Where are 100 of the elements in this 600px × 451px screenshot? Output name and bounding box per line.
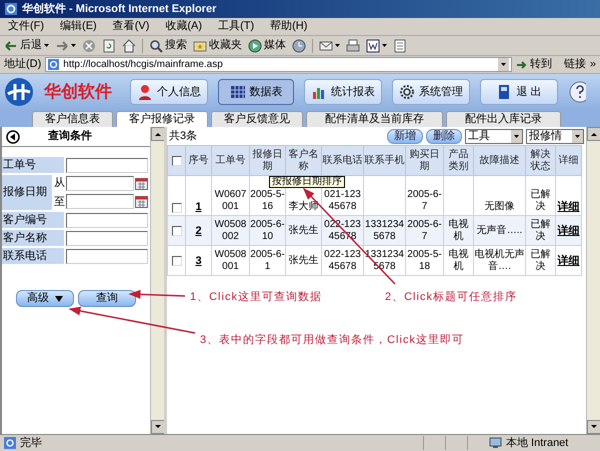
checkbox[interactable] — [172, 203, 182, 213]
toolbar-button[interactable]: 删除 — [426, 128, 462, 144]
nav-button[interactable]: 统计报表 — [304, 79, 382, 105]
table-cell-text: 电视机 — [448, 218, 470, 242]
nav-button[interactable]: 退 出 — [480, 79, 558, 105]
table-cell: 2005-5-16 — [250, 189, 285, 213]
menu-item[interactable]: 编辑(E) — [60, 18, 97, 35]
table-cell: 2005-6-10 — [250, 218, 285, 242]
intranet-icon — [489, 437, 502, 449]
home-icon — [122, 38, 136, 52]
field-label: 工单号 — [2, 157, 64, 173]
table-cell: 2005-6-7 — [406, 218, 443, 242]
calendar-icon[interactable] — [135, 195, 148, 208]
printer-icon — [346, 38, 360, 52]
help-icon[interactable] — [568, 81, 586, 103]
field-label: 至 — [54, 194, 65, 210]
select-field[interactable]: 报修情 — [526, 128, 584, 144]
checkbox[interactable] — [172, 156, 182, 166]
toolbar-button[interactable] — [122, 38, 136, 52]
menu-item[interactable]: 文件(F) — [8, 18, 44, 35]
input-field[interactable] — [66, 176, 134, 191]
toolbar-button[interactable]: 新增 — [387, 128, 423, 144]
history-icon — [292, 38, 306, 52]
browser-icon — [4, 2, 18, 16]
table-cell: 13312345678 — [364, 218, 405, 242]
table-cell-text: 张先生 — [288, 224, 320, 236]
toolbar-button[interactable] — [55, 38, 76, 52]
table-cell: 2005-5-18 — [406, 248, 443, 272]
toolbar-button[interactable]: 搜索 — [149, 37, 187, 54]
links-button[interactable]: 链接 — [564, 56, 586, 73]
more-button[interactable]: » — [590, 56, 596, 73]
input-field[interactable] — [66, 248, 148, 264]
toolbar-button[interactable] — [292, 38, 306, 52]
page-icon — [4, 437, 16, 449]
table-cell-text: 无声音….. — [476, 224, 524, 236]
toolbar-button[interactable] — [366, 38, 387, 52]
scroll-down-icon[interactable] — [587, 420, 600, 434]
tab[interactable]: 客户信息表 — [32, 111, 113, 127]
table-icon — [230, 84, 246, 100]
table-cell-text: 李大师 — [288, 201, 320, 213]
table-cell: 电视机无声音…. — [474, 248, 525, 272]
menu-item[interactable]: 工具(T) — [218, 18, 254, 35]
back-icon[interactable] — [6, 130, 20, 144]
stop-icon — [82, 38, 96, 52]
input-field[interactable] — [66, 194, 134, 210]
page-icon — [393, 38, 407, 52]
input-field[interactable] — [66, 158, 148, 172]
menu-item[interactable]: 查看(V) — [112, 18, 150, 35]
calendar-icon[interactable] — [135, 176, 148, 190]
toolbar-button[interactable]: 媒体 — [248, 37, 286, 54]
scroll-up-icon[interactable] — [587, 127, 600, 141]
table-cell-text: W0508002 — [214, 218, 248, 242]
window-title: 华创软件 - Microsoft Internet Explorer — [22, 2, 216, 17]
status-text: 完毕 — [20, 436, 42, 451]
field-label: 客户名称 — [2, 230, 64, 246]
scrollbar[interactable] — [586, 127, 600, 434]
tab[interactable]: 客户报修记录 — [116, 111, 208, 127]
table-cell-text: W0607001 — [214, 189, 248, 213]
scroll-down-icon[interactable] — [151, 420, 165, 434]
table-cell: 2005-6-1 — [250, 248, 285, 272]
tab[interactable]: 配件出入库记录 — [446, 111, 561, 127]
mail-icon — [319, 38, 333, 52]
nav-button[interactable]: 数据表 — [218, 79, 294, 105]
select-field[interactable]: 工具 — [465, 128, 523, 144]
toolbar-button[interactable] — [319, 38, 340, 52]
go-arrow-icon — [516, 58, 528, 70]
address-field[interactable]: http://localhost/hcgis/mainframe.asp — [45, 57, 512, 72]
table-cell-text: 电视机 — [448, 248, 470, 272]
toolbar-button[interactable]: 收藏夹 — [193, 37, 242, 54]
checkbox[interactable] — [172, 256, 182, 266]
query-button[interactable]: 查询 — [78, 290, 136, 307]
caret-icon — [335, 44, 340, 47]
query-button[interactable]: 高级 — [16, 290, 74, 307]
back-arrow-icon — [4, 38, 18, 52]
table-cell-text: 已解决 — [530, 218, 552, 242]
scroll-up-icon[interactable] — [151, 127, 165, 141]
tab[interactable]: 配件清单及当前库存 — [306, 111, 443, 127]
logo-text: 华创软件 — [44, 81, 112, 104]
input-field[interactable] — [66, 212, 148, 228]
go-button[interactable]: 转到 — [516, 56, 552, 73]
table-cell-text: 张先生 — [288, 254, 320, 266]
dropdown-icon — [498, 58, 509, 71]
menu-item[interactable]: 收藏(A) — [165, 18, 202, 35]
arrow — [128, 290, 186, 299]
toolbar-button[interactable]: 后退 — [4, 37, 49, 54]
checkbox[interactable] — [172, 226, 182, 236]
table-cell-text: W0508001 — [214, 248, 248, 272]
input-field[interactable] — [66, 230, 148, 246]
nav-button[interactable]: 系统管理 — [392, 79, 470, 105]
forward-arrow-icon — [55, 38, 69, 52]
table-cell-text: 022-12345678 — [323, 248, 362, 272]
nav-button[interactable]: 个人信息 — [130, 79, 208, 105]
annotation-text: 3、表中的字段都可用做查询条件，Click这里即可 — [200, 332, 464, 348]
media-icon — [248, 38, 262, 52]
caret-icon — [71, 44, 76, 47]
tab[interactable]: 客户反馈意见 — [211, 111, 303, 127]
refresh-icon — [102, 38, 116, 52]
field-label: 客户编号 — [2, 212, 64, 228]
scrollbar[interactable] — [150, 127, 164, 434]
menu-item[interactable]: 帮助(H) — [270, 18, 308, 35]
